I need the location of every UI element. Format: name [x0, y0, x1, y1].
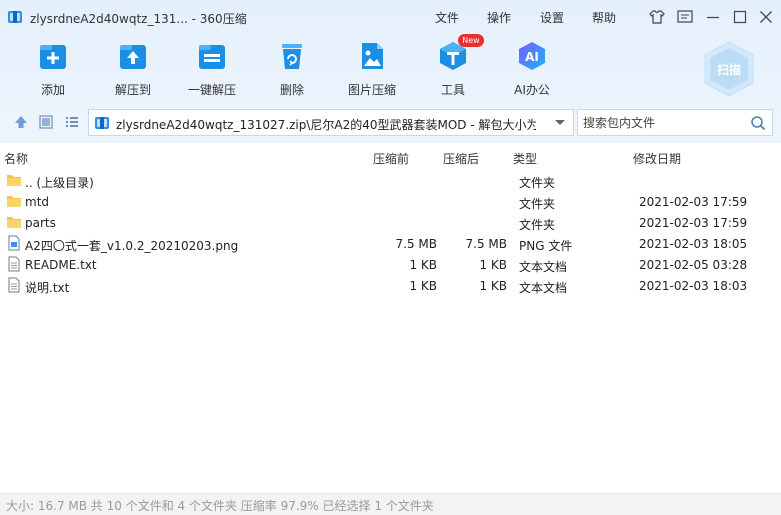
scan-button[interactable]: 扫描 [700, 40, 758, 98]
file-row-mtd[interactable]: mtd 文件夹 2021-02-03 17:59 [0, 191, 781, 212]
file-row-parent[interactable]: .. (上级目录) 文件夹 [0, 170, 781, 191]
thumbnail-view-icon[interactable] [38, 114, 54, 130]
image-compress-label: 图片压缩 [347, 83, 396, 97]
image-file-icon [8, 235, 20, 251]
column-modified[interactable]: 修改日期 [633, 150, 681, 167]
folder-icon [7, 217, 21, 228]
file-type: 文件夹 [519, 176, 556, 190]
file-name: 说明.txt [25, 281, 70, 295]
file-name: .. (上级目录) [25, 176, 94, 190]
status-bar: 大小: 16.7 MB 共 10 个文件和 4 个文件夹 压缩率 97.9% 已… [0, 493, 781, 515]
extract-to-button[interactable]: 解压到 [101, 40, 165, 100]
ai-icon-text: AI [525, 50, 539, 64]
one-click-extract-icon [199, 45, 225, 69]
file-name: parts [25, 216, 56, 230]
scan-label: 扫描 [717, 62, 741, 77]
file-packed-size: 7.5 MB [465, 237, 507, 251]
file-modified: 2021-02-03 18:03 [639, 279, 748, 293]
folder-up-icon [7, 175, 21, 186]
delete-button[interactable]: 删除 [260, 40, 324, 100]
add-button[interactable]: 添加 [21, 40, 85, 100]
folder-icon [7, 196, 21, 207]
chevron-down-icon[interactable] [553, 115, 567, 129]
delete-icon [282, 44, 302, 69]
one-click-extract-label: 一键解压 [187, 83, 236, 97]
file-name: mtd [25, 195, 50, 209]
file-size: 1 KB [409, 258, 437, 272]
file-row-parts[interactable]: parts 文件夹 2021-02-03 17:59 [0, 212, 781, 233]
menu-settings[interactable]: 设置 [540, 9, 564, 26]
maximize-icon[interactable] [731, 8, 749, 26]
list-view-icon[interactable] [64, 114, 80, 130]
title-bar: zlysrdneA2d40wqtz_131... - 360压缩 文件 操作 设… [0, 0, 781, 34]
ai-office-icon: AI [519, 42, 545, 70]
up-arrow-icon[interactable] [13, 114, 29, 130]
path-bar[interactable]: zlysrdneA2d40wqtz_131027.zip\尼尔A2的40型武器套… [88, 109, 574, 136]
image-compress-button[interactable]: 图片压缩 [340, 40, 404, 100]
minimize-icon[interactable] [704, 8, 722, 26]
search-box [577, 109, 773, 136]
tools-label: 工具 [440, 83, 465, 97]
file-type: 文本文档 [519, 281, 568, 295]
tools-button[interactable]: New 工具 [421, 34, 485, 100]
status-text: 大小: 16.7 MB 共 10 个文件和 4 个文件夹 压缩率 97.9% 已… [6, 499, 434, 513]
text-file-icon [8, 277, 20, 293]
archive-icon [95, 117, 109, 129]
app-logo-icon [8, 11, 22, 23]
column-type[interactable]: 类型 [513, 150, 537, 167]
file-row-png[interactable]: A2四〇式一套_v1.0.2_20210203.png 7.5 MB 7.5 M… [0, 233, 781, 254]
extract-to-label: 解压到 [114, 83, 151, 97]
add-label: 添加 [40, 83, 65, 97]
file-name: README.txt [25, 258, 97, 272]
archive-path: zlysrdneA2d40wqtz_131027.zip\尼尔A2的40型武器套… [116, 118, 536, 132]
feedback-icon[interactable] [676, 8, 694, 26]
file-packed-size: 1 KB [479, 258, 507, 272]
menu-file[interactable]: 文件 [435, 9, 459, 26]
file-size: 1 KB [409, 279, 437, 293]
menu-operate[interactable]: 操作 [487, 9, 511, 26]
column-size[interactable]: 压缩前 [373, 150, 409, 167]
file-modified: 2021-02-03 17:59 [639, 195, 748, 209]
file-type: 文件夹 [519, 197, 556, 211]
close-icon[interactable] [757, 8, 775, 26]
file-packed-size: 1 KB [479, 279, 507, 293]
one-click-extract-button[interactable]: 一键解压 [180, 40, 244, 100]
ai-office-button[interactable]: AI AI办公 [500, 40, 564, 100]
file-row-readme[interactable]: README.txt 1 KB 1 KB 文本文档 2021-02-05 03:… [0, 254, 781, 275]
delete-label: 删除 [279, 83, 304, 97]
search-icon[interactable] [750, 115, 766, 131]
column-name[interactable]: 名称 [4, 150, 28, 167]
text-file-icon [8, 256, 20, 272]
file-row-instructions[interactable]: 说明.txt 1 KB 1 KB 文本文档 2021-02-03 18:03 [0, 275, 781, 296]
image-compress-icon [362, 43, 383, 69]
menu-help[interactable]: 帮助 [592, 9, 616, 26]
new-badge: New [458, 34, 484, 47]
file-modified: 2021-02-03 18:05 [639, 237, 748, 251]
add-icon [40, 45, 66, 69]
file-modified: 2021-02-05 03:28 [639, 258, 748, 272]
file-size: 7.5 MB [395, 237, 437, 251]
column-packed[interactable]: 压缩后 [443, 150, 479, 167]
file-modified: 2021-02-03 17:59 [639, 216, 748, 230]
skin-icon[interactable] [648, 8, 666, 26]
search-input[interactable] [578, 110, 744, 135]
window-title: zlysrdneA2d40wqtz_131... - 360压缩 [30, 12, 247, 26]
file-type: 文本文档 [519, 260, 568, 274]
file-name: A2四〇式一套_v1.0.2_20210203.png [25, 239, 239, 253]
ai-office-label: AI办公 [514, 83, 550, 97]
extract-to-icon [120, 45, 146, 69]
file-type: 文件夹 [519, 218, 556, 232]
file-type: PNG 文件 [519, 239, 573, 253]
